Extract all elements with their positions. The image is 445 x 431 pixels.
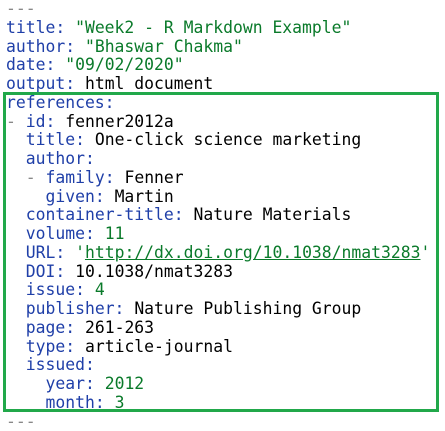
yaml-line: DOI: 10.1038/nmat3283 (6, 263, 445, 282)
yaml-token: Fenner (124, 168, 183, 187)
yaml-token: author: (6, 37, 85, 56)
yaml-token: issued: (26, 355, 95, 374)
yaml-line: issue: 4 (6, 281, 445, 300)
yaml-token: volume: (26, 224, 105, 243)
yaml-token: 2012 (105, 374, 144, 393)
yaml-token: fenner2012a (65, 112, 174, 131)
indent (6, 299, 26, 318)
yaml-token: 4 (95, 280, 105, 299)
yaml-line: month: 3 (6, 394, 445, 413)
yaml-token: year: (45, 374, 104, 393)
yaml-token: publisher: (26, 299, 135, 318)
yaml-token: html_document (85, 74, 213, 93)
indent (6, 355, 26, 374)
yaml-token: 11 (105, 224, 125, 243)
yaml-token: ' (420, 243, 430, 262)
indent (6, 168, 26, 187)
yaml-editor[interactable]: ---title: "Week2 - R Markdown Example"au… (6, 0, 445, 431)
yaml-token: 10.1038/nmat3283 (75, 262, 233, 281)
yaml-token: --- (6, 412, 36, 431)
yaml-token: article-journal (85, 337, 233, 356)
indent (6, 393, 45, 412)
yaml-token: page: (26, 318, 85, 337)
yaml-line: references: (6, 94, 445, 113)
yaml-token: --- (6, 0, 36, 18)
yaml-token: references: (6, 93, 115, 112)
yaml-token: Nature Publishing Group (134, 299, 361, 318)
yaml-token: month: (45, 393, 114, 412)
yaml-line: date: "09/02/2020" (6, 56, 445, 75)
yaml-line: author: "Bhaswar Chakma" (6, 38, 445, 57)
yaml-token: 261-263 (85, 318, 154, 337)
yaml-line: --- (6, 413, 445, 431)
yaml-token: "09/02/2020" (65, 55, 183, 74)
yaml-token: - (26, 168, 46, 187)
indent (6, 224, 26, 243)
yaml-token: DOI: (26, 262, 75, 281)
yaml-line: publisher: Nature Publishing Group (6, 300, 445, 319)
indent (6, 318, 26, 337)
indent (6, 337, 26, 356)
yaml-token: date: (6, 55, 65, 74)
yaml-token: - (6, 112, 26, 131)
yaml-line: year: 2012 (6, 375, 445, 394)
indent (6, 243, 26, 262)
yaml-token: One-click science marketing (95, 130, 361, 149)
yaml-token: type: (26, 337, 85, 356)
yaml-line: type: article-journal (6, 338, 445, 357)
yaml-token: ' (75, 243, 85, 262)
yaml-line: - family: Fenner (6, 169, 445, 188)
yaml-token: 3 (115, 393, 125, 412)
yaml-token: family: (46, 168, 125, 187)
indent (6, 262, 26, 281)
yaml-line: author: (6, 150, 445, 169)
yaml-token: title: (26, 130, 95, 149)
yaml-token: issue: (26, 280, 95, 299)
yaml-token: container-title: (26, 205, 194, 224)
url-link[interactable]: http://dx.doi.org/10.1038/nmat3283 (85, 243, 421, 262)
yaml-line: --- (6, 0, 445, 19)
indent (6, 149, 26, 168)
yaml-line: title: One-click science marketing (6, 131, 445, 150)
yaml-token: "Week2 - R Markdown Example" (75, 18, 351, 37)
yaml-token: "Bhaswar Chakma" (85, 37, 243, 56)
yaml-line: title: "Week2 - R Markdown Example" (6, 19, 445, 38)
yaml-line: issued: (6, 356, 445, 375)
yaml-token: Nature Materials (194, 205, 352, 224)
yaml-token: output: (6, 74, 85, 93)
yaml-line: container-title: Nature Materials (6, 206, 445, 225)
yaml-line: URL: 'http://dx.doi.org/10.1038/nmat3283… (6, 244, 445, 263)
indent (6, 374, 45, 393)
indent (6, 130, 26, 149)
yaml-token: Martin (115, 187, 174, 206)
yaml-token: title: (6, 18, 75, 37)
yaml-token: URL: (26, 243, 75, 262)
yaml-line: - id: fenner2012a (6, 113, 445, 132)
indent (6, 187, 45, 206)
yaml-line: volume: 11 (6, 225, 445, 244)
yaml-token: author: (26, 149, 95, 168)
yaml-token: id: (26, 112, 65, 131)
yaml-line: output: html_document (6, 75, 445, 94)
yaml-line: given: Martin (6, 188, 445, 207)
yaml-line: page: 261-263 (6, 319, 445, 338)
indent (6, 205, 26, 224)
indent (6, 280, 26, 299)
yaml-token: given: (45, 187, 114, 206)
